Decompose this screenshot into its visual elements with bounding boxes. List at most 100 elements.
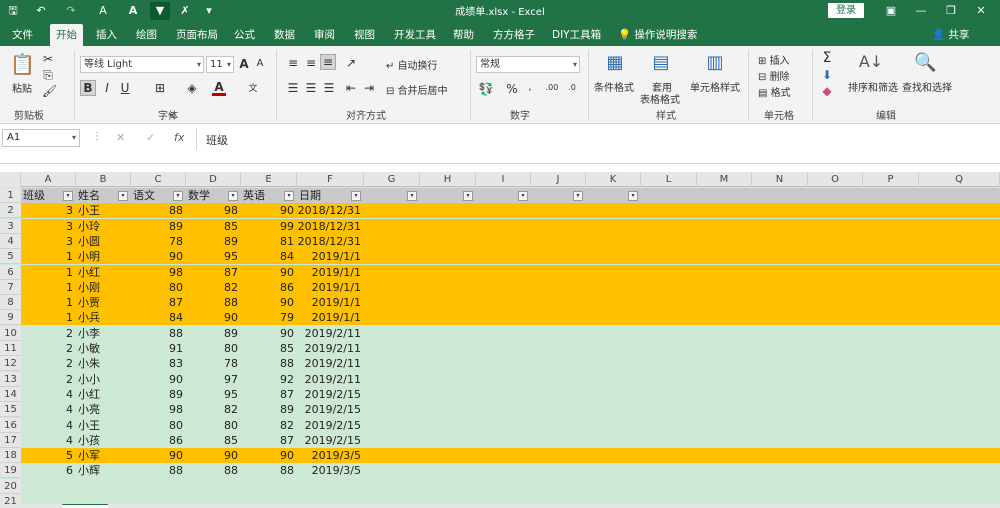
table-cell[interactable]: 小敏: [76, 341, 131, 356]
table-cell[interactable]: 89: [186, 234, 241, 249]
column-header[interactable]: N: [752, 172, 808, 187]
format-painter-icon[interactable]: 🖌: [42, 84, 57, 98]
underline-button[interactable]: U: [118, 81, 132, 95]
table-cell[interactable]: 小小: [76, 372, 131, 387]
font-color-icon[interactable]: A: [212, 81, 226, 96]
wrap-text-button[interactable]: ↵ 自动换行: [386, 57, 438, 72]
sort-filter-button[interactable]: 排序和筛选: [848, 79, 898, 94]
column-header[interactable]: O: [808, 172, 863, 187]
column-header[interactable]: L: [641, 172, 697, 187]
row-header[interactable]: 9: [0, 310, 21, 326]
table-cell[interactable]: 95: [186, 387, 241, 402]
column-header[interactable]: A: [21, 172, 76, 187]
table-cell[interactable]: 2: [21, 326, 76, 341]
filter-dropdown-icon[interactable]: ▾: [351, 191, 361, 201]
table-cell[interactable]: 85: [186, 219, 241, 234]
table-cell[interactable]: 85: [241, 341, 297, 356]
table-cell[interactable]: 88: [131, 203, 186, 218]
table-cell[interactable]: 2018/12/31: [297, 219, 364, 234]
align-top-icon[interactable]: ≡: [286, 56, 300, 70]
row-header[interactable]: 15: [0, 402, 21, 418]
table-cell[interactable]: 92: [241, 372, 297, 387]
table-cell[interactable]: 2019/2/15: [297, 402, 364, 417]
merge-center-button[interactable]: ⊟ 合并后居中: [386, 82, 448, 97]
table-cell[interactable]: 2: [21, 372, 76, 387]
table-cell[interactable]: 2019/3/5: [297, 463, 364, 478]
column-header[interactable]: C: [131, 172, 186, 187]
column-header[interactable]: D: [186, 172, 241, 187]
tab-formulas[interactable]: 公式: [228, 24, 261, 46]
enter-icon[interactable]: ✓: [146, 131, 155, 144]
table-cell[interactable]: 小王: [76, 418, 131, 433]
login-button[interactable]: 登录: [828, 3, 864, 18]
table-cell[interactable]: 1: [21, 295, 76, 310]
number-format-select[interactable]: 常规 ▾: [476, 56, 580, 73]
table-cell[interactable]: 小军: [76, 448, 131, 463]
cell-styles-icon[interactable]: ▥: [704, 52, 726, 76]
insert-cells-button[interactable]: ⊞ 插入: [758, 52, 790, 67]
table-cell[interactable]: 2: [21, 356, 76, 371]
table-cell[interactable]: 97: [186, 372, 241, 387]
table-cell[interactable]: 81: [241, 234, 297, 249]
autosum-icon[interactable]: Σ: [820, 50, 834, 66]
table-cell[interactable]: 1: [21, 310, 76, 325]
row-header[interactable]: 16: [0, 417, 21, 433]
conditional-format-button[interactable]: 条件格式: [594, 79, 634, 94]
table-cell[interactable]: 1: [21, 265, 76, 280]
tab-view[interactable]: 视图: [348, 24, 381, 46]
table-cell[interactable]: 82: [186, 402, 241, 417]
table-cell[interactable]: 小刚: [76, 280, 131, 295]
table-cell[interactable]: 小红: [76, 265, 131, 280]
copy-icon[interactable]: ⎘: [42, 68, 54, 83]
table-cell[interactable]: 89: [186, 326, 241, 341]
clear-icon[interactable]: ◆: [820, 84, 834, 98]
column-header[interactable]: G: [364, 172, 420, 187]
table-cell[interactable]: 90: [241, 448, 297, 463]
table-cell[interactable]: 小圆: [76, 234, 131, 249]
row-header[interactable]: 14: [0, 386, 21, 402]
table-cell[interactable]: 小辉: [76, 463, 131, 478]
table-cell[interactable]: 2019/2/11: [297, 341, 364, 356]
tab-fangfang[interactable]: 方方格子: [487, 24, 541, 46]
find-select-icon[interactable]: 🔍: [914, 52, 936, 76]
filter-dropdown-icon[interactable]: ▾: [63, 191, 73, 201]
column-header[interactable]: I: [476, 172, 531, 187]
row-header[interactable]: 17: [0, 432, 21, 448]
decrease-indent-icon[interactable]: ⇤: [344, 81, 358, 95]
table-cell[interactable]: 2019/2/15: [297, 418, 364, 433]
tab-file[interactable]: 文件: [6, 24, 39, 46]
table-cell[interactable]: 90: [186, 310, 241, 325]
tab-diy-toolbox[interactable]: DIY工具箱: [546, 24, 607, 46]
align-center-icon[interactable]: ☰: [304, 81, 318, 95]
table-cell[interactable]: 小贾: [76, 295, 131, 310]
filter-dropdown-icon[interactable]: ▾: [628, 191, 638, 201]
column-header[interactable]: E: [241, 172, 297, 187]
table-cell[interactable]: 98: [131, 402, 186, 417]
table-cell[interactable]: 小孩: [76, 433, 131, 448]
table-cell[interactable]: 小亮: [76, 402, 131, 417]
row-header[interactable]: 4: [0, 233, 21, 249]
table-cell[interactable]: 6: [21, 463, 76, 478]
table-cell[interactable]: 1: [21, 249, 76, 264]
table-cell[interactable]: 85: [186, 433, 241, 448]
column-header[interactable]: P: [863, 172, 919, 187]
column-header[interactable]: B: [76, 172, 131, 187]
filter-dropdown-icon[interactable]: ▾: [407, 191, 417, 201]
table-cell[interactable]: 2018/12/31: [297, 203, 364, 218]
table-cell[interactable]: 90: [241, 326, 297, 341]
tab-data[interactable]: 数据: [268, 24, 301, 46]
table-cell[interactable]: 小玲: [76, 219, 131, 234]
tab-draw[interactable]: 绘图: [130, 24, 163, 46]
table-cell[interactable]: 87: [241, 433, 297, 448]
minimize-icon[interactable]: —: [906, 2, 936, 20]
table-cell[interactable]: 2: [21, 341, 76, 356]
filter-dropdown-icon[interactable]: ▾: [284, 191, 294, 201]
table-cell[interactable]: 2019/1/1: [297, 310, 364, 325]
align-middle-icon[interactable]: ≡: [304, 56, 318, 70]
ribbon-display-icon[interactable]: ▣: [876, 2, 906, 20]
table-cell[interactable]: 88: [241, 463, 297, 478]
tell-me-search[interactable]: 💡 操作说明搜索: [612, 24, 703, 46]
table-cell[interactable]: 4: [21, 387, 76, 402]
filter-dropdown-icon[interactable]: ▾: [228, 191, 238, 201]
format-as-table-line2[interactable]: 表格格式: [640, 91, 680, 106]
